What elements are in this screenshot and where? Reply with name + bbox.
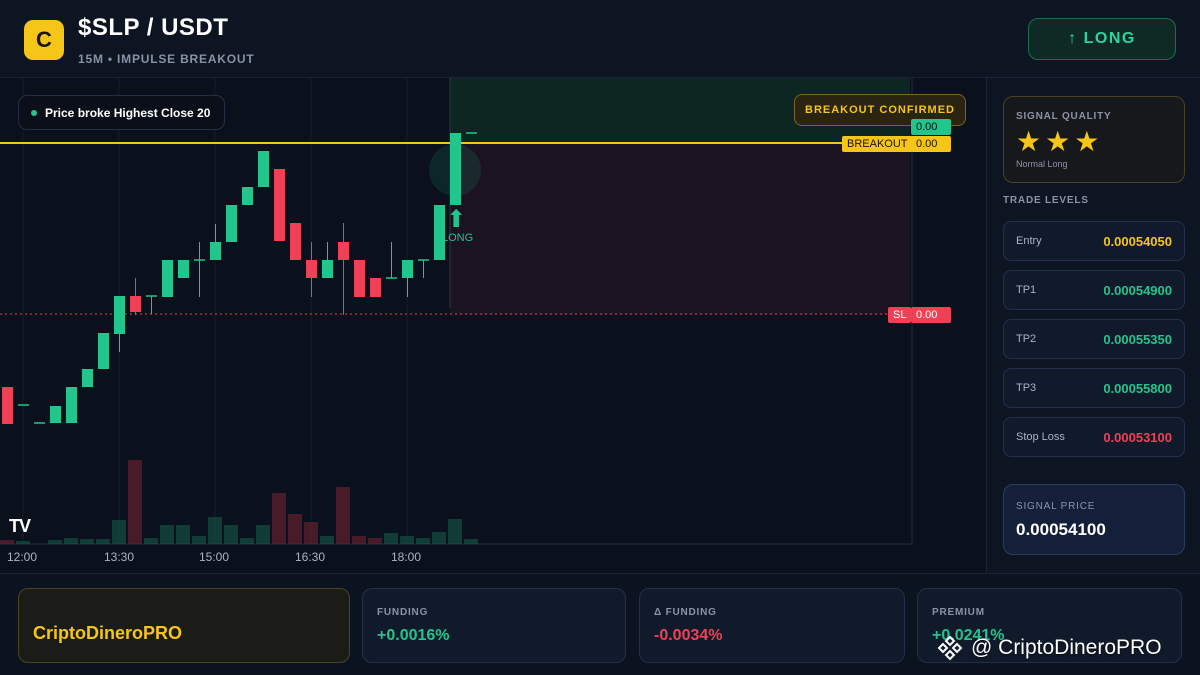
signal-price-title: SIGNAL PRICE	[1016, 501, 1096, 512]
level-label: TP1	[1016, 284, 1037, 296]
watermark-text: @ CriptoDineroPRO	[971, 636, 1162, 659]
sl-tag-label: SL	[888, 307, 912, 323]
signal-quality-subtitle: Normal Long	[1016, 159, 1068, 169]
signal-price-card: SIGNAL PRICE 0.00054100	[1003, 484, 1185, 555]
signal-panel: SIGNAL QUALITY ★★★ Normal Long TRADE LEV…	[986, 78, 1200, 573]
long-signal-marker: ⬆ LONG	[442, 206, 474, 245]
trade-levels-title: TRADE LEVELS	[1003, 195, 1089, 206]
level-label: Entry	[1016, 235, 1042, 247]
breakout-tag-label: BREAKOUT	[842, 136, 913, 152]
level-value: 0.00053100	[1103, 429, 1172, 445]
brand-card: CriptoDineroPRO	[18, 588, 350, 663]
long-marker-label: LONG	[442, 232, 474, 244]
binance-icon	[937, 635, 963, 661]
signal-price-value: 0.00054100	[1016, 520, 1106, 539]
breakout-info-pill: Price broke Highest Close 20	[18, 95, 226, 130]
stat-delta-funding: Δ FUNDING -0.0034%	[639, 588, 905, 663]
signal-quality-card: SIGNAL QUALITY ★★★ Normal Long	[1003, 96, 1185, 183]
level-tp3: TP3 0.00055800	[1003, 368, 1185, 408]
level-value: 0.00054900	[1103, 282, 1172, 298]
level-label: Stop Loss	[1016, 431, 1065, 443]
stat-value: +0.0016%	[377, 627, 450, 644]
tradingview-logo: TV	[9, 516, 31, 536]
star-rating-icon: ★★★	[1016, 126, 1104, 157]
long-button[interactable]: ↑ LONG	[1028, 18, 1176, 60]
sl-tag-value: 0.00	[911, 307, 951, 323]
info-pill-text: Price broke Highest Close 20	[45, 105, 211, 120]
stat-value: -0.0034%	[654, 627, 723, 644]
candles	[2, 132, 481, 424]
x-axis-label: 16:30	[295, 550, 326, 564]
level-label: TP3	[1016, 382, 1037, 394]
breakout-tag-value: 0.00	[911, 136, 951, 152]
watermark: @ CriptoDineroPRO	[937, 635, 1162, 661]
stat-funding: FUNDING +0.0016%	[362, 588, 626, 663]
level-tp2: TP2 0.00055350	[1003, 319, 1185, 359]
level-value: 0.00055800	[1103, 380, 1172, 396]
risk-zone	[450, 143, 910, 315]
arrow-up-icon: ⬆	[445, 206, 467, 233]
level-label: TP2	[1016, 333, 1037, 345]
pair-subtitle: 15M • IMPULSE BREAKOUT	[78, 52, 255, 66]
signal-quality-title: SIGNAL QUALITY	[1016, 111, 1112, 122]
x-axis-label: 18:00	[391, 550, 422, 564]
stat-title: FUNDING	[377, 607, 429, 618]
level-tp1: TP1 0.00054900	[1003, 270, 1185, 310]
level-entry: Entry 0.00054050	[1003, 221, 1185, 261]
level-stop-loss: Stop Loss 0.00053100	[1003, 417, 1185, 457]
stat-title: PREMIUM	[932, 607, 985, 618]
status-dot	[31, 109, 37, 116]
target-price-tag: 0.00	[911, 119, 951, 135]
pair-title: $SLP / USDT	[78, 14, 229, 41]
price-chart[interactable]: Price broke Highest Close 20 BREAKOUT CO…	[0, 78, 985, 573]
level-value: 0.00055350	[1103, 331, 1172, 347]
x-axis-label: 12:00	[7, 550, 38, 564]
level-value: 0.00054050	[1103, 233, 1172, 249]
x-axis-label: 13:30	[104, 550, 135, 564]
stat-title: Δ FUNDING	[654, 607, 717, 618]
app-logo: C	[24, 20, 64, 60]
header: C $SLP / USDT 15M • IMPULSE BREAKOUT ↑ L…	[0, 0, 1200, 78]
chart-canvas	[0, 78, 913, 545]
x-axis-label: 15:00	[199, 550, 230, 564]
brand-name: CriptoDineroPRO	[33, 623, 183, 643]
volume-bars	[0, 460, 478, 544]
